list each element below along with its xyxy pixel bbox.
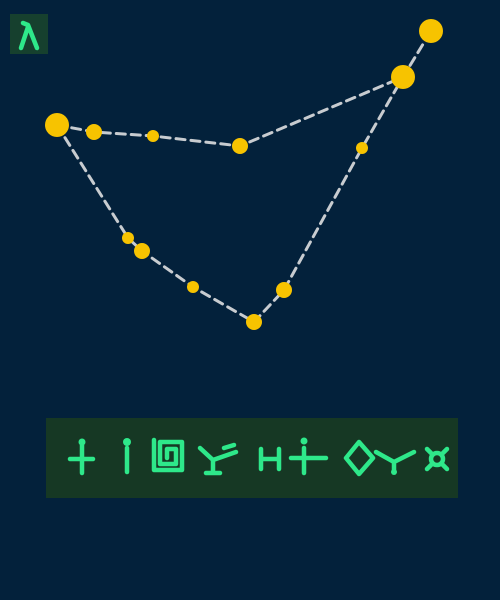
dagger-glyph-icon[interactable] xyxy=(288,437,329,476)
star[interactable] xyxy=(232,138,248,154)
star[interactable] xyxy=(147,130,159,142)
constellation-map xyxy=(45,19,443,330)
star[interactable] xyxy=(246,314,262,330)
constellation-lines xyxy=(55,29,433,324)
star[interactable] xyxy=(86,124,102,140)
bar-glyph-icon[interactable] xyxy=(123,438,131,475)
fork-glyph-icon[interactable] xyxy=(373,449,417,475)
star[interactable] xyxy=(122,232,134,244)
currency-glyph-icon[interactable] xyxy=(424,446,450,472)
fork-glyph-icon[interactable] xyxy=(197,442,239,476)
star[interactable] xyxy=(391,65,415,89)
spiral-glyph-icon[interactable] xyxy=(151,437,185,473)
star[interactable] xyxy=(45,113,69,137)
star[interactable] xyxy=(419,19,443,43)
star[interactable] xyxy=(134,243,150,259)
star[interactable] xyxy=(276,282,292,298)
star[interactable] xyxy=(356,142,368,154)
h-glyph-icon[interactable] xyxy=(258,446,282,472)
cross-glyph-icon[interactable] xyxy=(67,438,96,476)
diamond-glyph-icon[interactable] xyxy=(343,439,376,477)
stars xyxy=(45,19,443,330)
glyph-panel xyxy=(46,418,458,498)
star[interactable] xyxy=(187,281,199,293)
